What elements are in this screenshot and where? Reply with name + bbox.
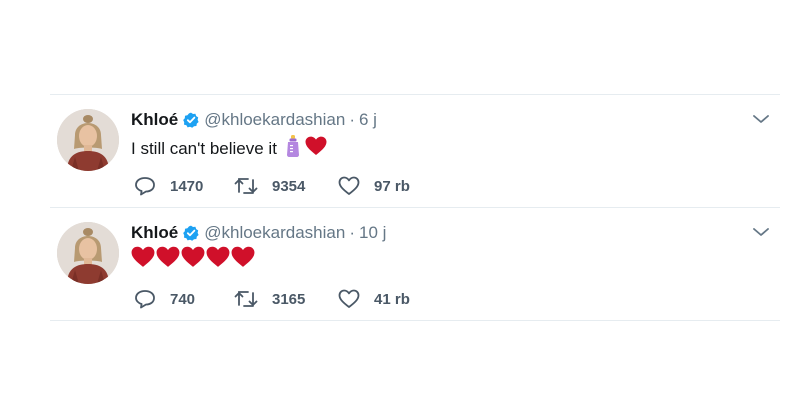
chevron-down-icon[interactable] [750,224,772,240]
red-heart-emoji [231,246,255,273]
chevron-down-icon[interactable] [750,111,772,127]
red-heart-emoji [206,246,230,273]
retweet-icon [234,289,258,309]
retweet-icon [234,176,258,196]
separator-dot: · [349,110,355,129]
reply-count: 740 [170,290,196,308]
timestamp[interactable]: 10 j [359,223,386,243]
red-heart-emoji [181,246,205,273]
tweet-header: Khloé @khloekardashian · 10 j [131,222,386,244]
reply-button[interactable]: 740 [134,289,234,309]
avatar[interactable] [57,222,119,284]
heart-outline-icon [338,176,360,196]
verified-badge-icon [183,225,199,241]
heart-outline-icon [338,289,360,309]
retweet-count: 3165 [272,290,306,308]
red-heart-emoji [156,246,180,273]
baby-bottle-emoji [285,135,301,162]
reply-button[interactable]: 1470 [134,176,234,196]
red-heart-emoji [305,136,327,161]
reply-icon [134,176,156,196]
user-handle[interactable]: @khloekardashian [204,110,345,130]
reply-icon [134,289,156,309]
retweet-button[interactable]: 9354 [234,176,338,196]
verified-badge-icon [183,112,199,128]
avatar[interactable] [57,109,119,171]
display-name[interactable]: Khloé [131,223,178,243]
like-button[interactable]: 41 rb [338,289,410,309]
like-count: 41 rb [374,290,410,308]
user-handle[interactable]: @khloekardashian [204,223,345,243]
tweet-actions: 1470 9354 97 rb [134,176,410,196]
tweet-text [131,246,255,273]
tweet-actions: 740 3165 41 rb [134,289,410,309]
display-name[interactable]: Khloé [131,110,178,130]
red-heart-emoji [131,246,155,273]
tweet[interactable]: Khloé @khloekardashian · 10 j 740 3165 4… [50,207,780,321]
reply-count: 1470 [170,177,204,195]
like-count: 97 rb [374,177,410,195]
like-button[interactable]: 97 rb [338,176,410,196]
tweet-feed: Khloé @khloekardashian · 6 j I still can… [50,94,780,321]
tweet-header: Khloé @khloekardashian · 6 j [131,109,377,131]
tweet-text-content: I still can't believe it [131,138,277,158]
timestamp[interactable]: 6 j [359,110,377,130]
separator-dot: · [349,223,355,242]
retweet-button[interactable]: 3165 [234,289,338,309]
tweet[interactable]: Khloé @khloekardashian · 6 j I still can… [50,94,780,207]
tweet-text: I still can't believe it [131,135,327,162]
retweet-count: 9354 [272,177,306,195]
